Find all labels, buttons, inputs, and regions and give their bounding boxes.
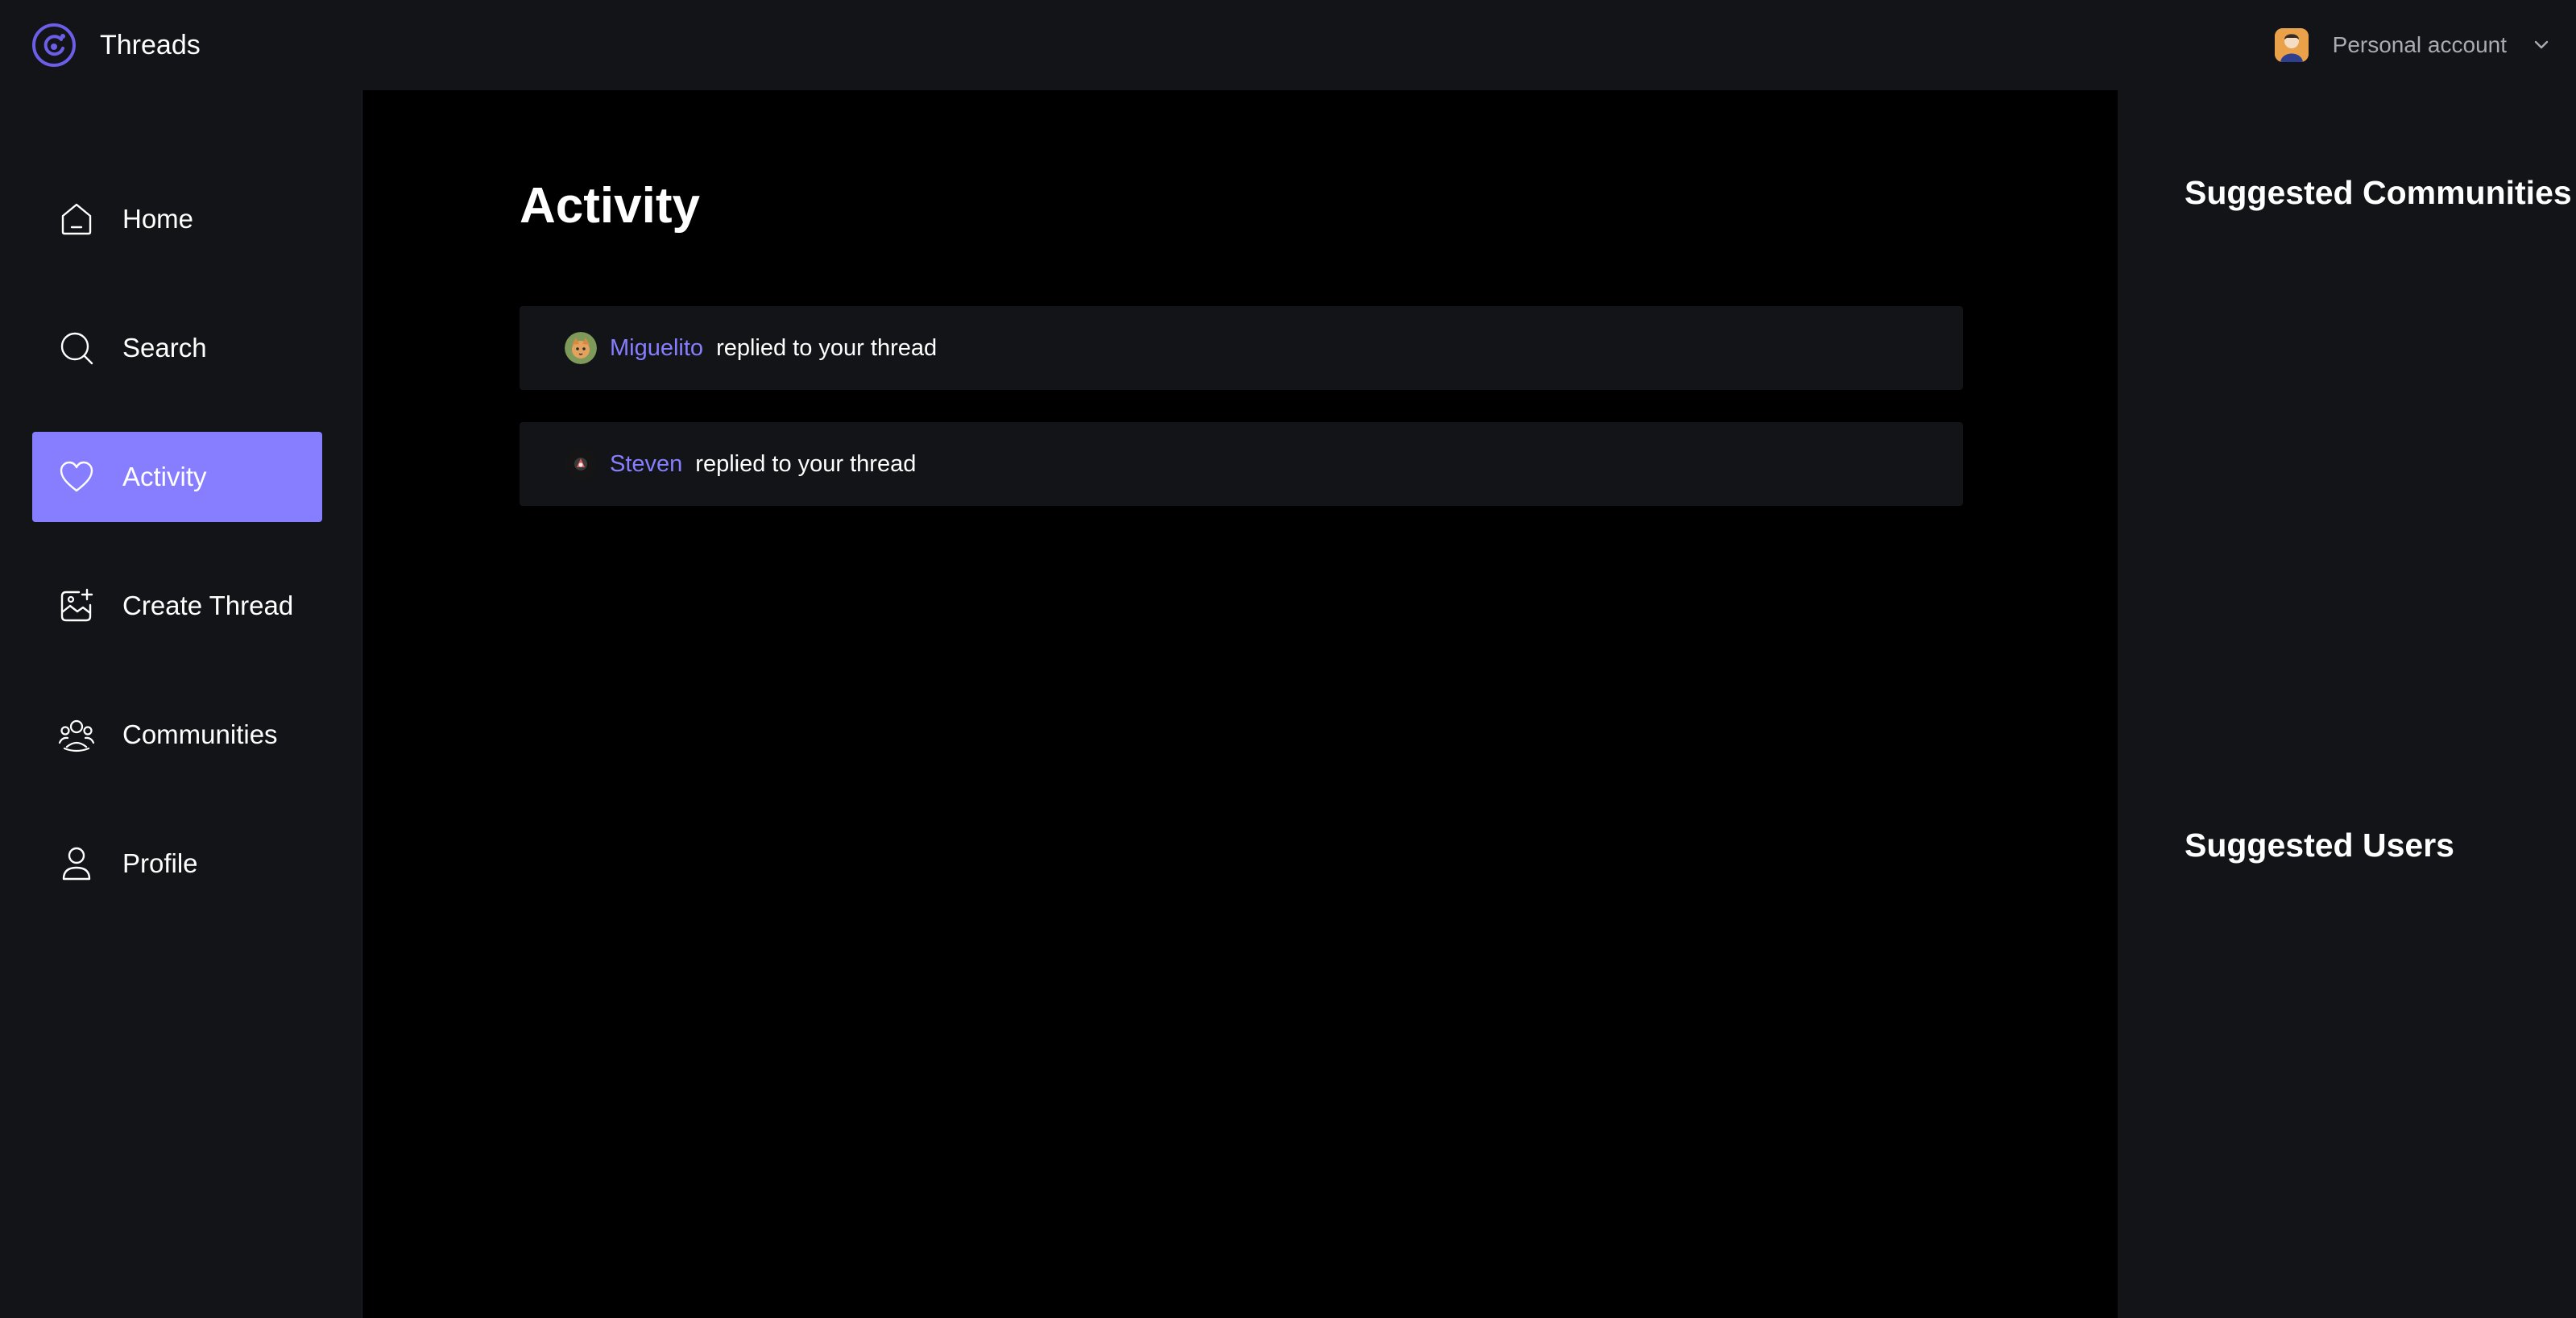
sidebar-item-label: Create Thread bbox=[122, 591, 294, 620]
create-thread-icon bbox=[60, 588, 93, 622]
user-avatar bbox=[565, 332, 597, 364]
account-switcher[interactable]: Personal account bbox=[2274, 28, 2552, 62]
sidebar-item-profile[interactable]: Profile bbox=[32, 819, 322, 909]
sidebar-item-label: Profile bbox=[122, 848, 198, 878]
chevron-down-icon bbox=[2534, 40, 2549, 49]
home-icon bbox=[61, 203, 92, 235]
sidebar-item-label: Activity bbox=[122, 462, 207, 491]
activity-text: replied to your thread bbox=[695, 450, 917, 477]
account-label: Personal account bbox=[2332, 32, 2507, 57]
account-avatar bbox=[2274, 28, 2309, 62]
activity-user-link[interactable]: Steven bbox=[610, 451, 682, 478]
sidebar-item-communities[interactable]: Communities bbox=[32, 690, 322, 780]
activity-user-link[interactable]: Miguelito bbox=[610, 335, 703, 362]
sidebar-item-home[interactable]: Home bbox=[32, 174, 322, 264]
activity-item[interactable]: Miguelito replied to your thread bbox=[520, 306, 1963, 390]
activity-text: replied to your thread bbox=[716, 334, 938, 361]
sidebar-item-label: Search bbox=[122, 333, 207, 363]
heart-icon bbox=[60, 461, 93, 492]
sidebar-item-label: Communities bbox=[122, 719, 278, 749]
threads-logo-icon bbox=[32, 23, 76, 67]
user-icon bbox=[62, 847, 91, 881]
communities-icon bbox=[58, 719, 95, 752]
sidebar-item-search[interactable]: Search bbox=[32, 303, 322, 393]
left-sidebar: Home Search Activity Create Thread Commu… bbox=[0, 90, 362, 1318]
page-title: Activity bbox=[520, 178, 700, 234]
sidebar-item-activity[interactable]: Activity bbox=[32, 432, 322, 522]
sidebar-item-label: Home bbox=[122, 204, 194, 234]
top-bar: Threads Personal account bbox=[0, 0, 2576, 90]
main-content: Activity Miguelito replied to your threa… bbox=[363, 90, 2118, 1318]
suggested-communities-heading: Suggested Communities bbox=[2185, 174, 2572, 211]
activity-item[interactable]: Steven replied to your thread bbox=[520, 422, 1963, 506]
search-icon bbox=[60, 332, 93, 365]
brand[interactable]: Threads bbox=[31, 22, 201, 68]
sidebar-item-create-thread[interactable]: Create Thread bbox=[32, 561, 322, 651]
right-sidebar: Suggested Communities Suggested Users bbox=[2118, 90, 2576, 1318]
suggested-users-heading: Suggested Users bbox=[2185, 827, 2454, 864]
app-name: Threads bbox=[100, 29, 201, 60]
user-avatar bbox=[565, 448, 597, 480]
